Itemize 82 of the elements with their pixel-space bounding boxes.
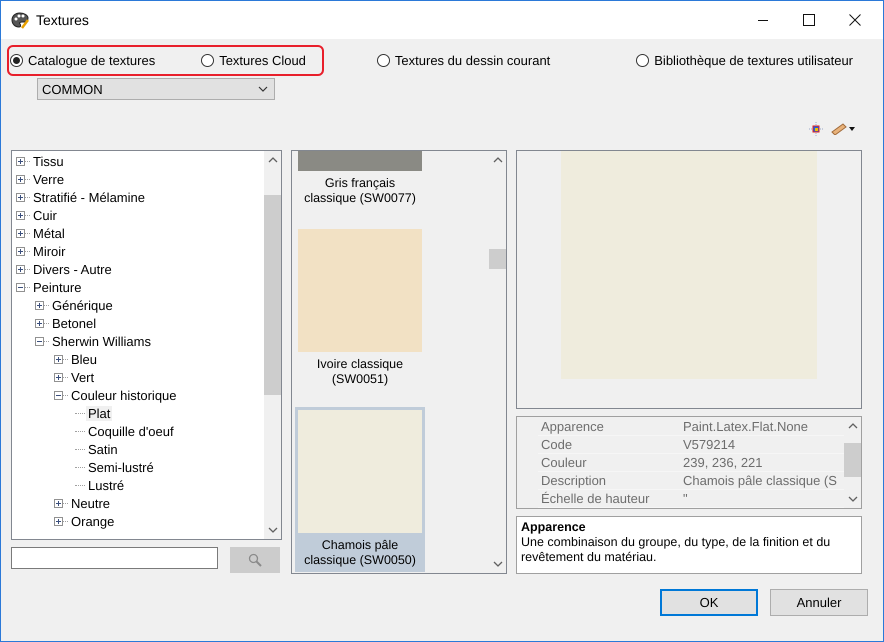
scroll-down-icon[interactable] [268, 527, 278, 533]
tree-item[interactable]: Vert [69, 370, 96, 384]
tree-item[interactable]: Neutre [69, 496, 112, 510]
tree-item[interactable]: Tissu [31, 154, 66, 168]
tree-item[interactable]: Orange [69, 514, 116, 528]
tree-item[interactable]: Lustré [86, 478, 126, 492]
source-radio[interactable]: Catalogue de textures [10, 52, 156, 68]
expand-icon[interactable] [35, 300, 44, 310]
tree-item[interactable]: Métal [31, 226, 67, 240]
expand-icon[interactable] [54, 516, 63, 526]
tree-item[interactable]: Coquille d'oeuf [86, 424, 176, 438]
tree-item[interactable]: Satin [86, 442, 120, 456]
scroll-down-icon[interactable] [848, 496, 858, 502]
property-name: Couleur [540, 454, 588, 471]
help-text: Une combinaison du groupe, du type, de la finition et du revêtement du matériau. [521, 535, 832, 566]
property-value: " [682, 490, 688, 507]
tree-item[interactable]: Betonel [50, 316, 98, 330]
close-icon[interactable] [849, 14, 861, 26]
tree-item[interactable]: Divers - Autre [31, 262, 114, 276]
expand-icon[interactable] [16, 264, 25, 274]
expand-icon[interactable] [16, 192, 25, 202]
help-title: Apparence [521, 520, 587, 536]
swatch-item[interactable]: Gris français classique (SW0077) [295, 151, 425, 210]
property-value: V579214 [682, 436, 736, 453]
tree-item[interactable]: Générique [50, 298, 115, 312]
swatch-item[interactable]: Ivoire classique (SW0051) [295, 226, 425, 391]
caret-icon [849, 127, 855, 131]
dialog-button[interactable]: OK [660, 589, 758, 616]
maximize-icon[interactable] [803, 14, 815, 26]
tree-item[interactable]: Sherwin Williams [50, 334, 153, 348]
expand-icon[interactable] [35, 318, 44, 328]
window-title: Textures [36, 12, 89, 28]
expand-icon[interactable] [16, 174, 25, 184]
expand-icon[interactable] [16, 210, 25, 220]
catalog-dropdown[interactable]: COMMON [37, 78, 275, 100]
expand-icon[interactable] [16, 156, 25, 166]
source-radio[interactable]: Textures Cloud [201, 52, 306, 68]
collapse-icon[interactable] [54, 390, 63, 400]
scrollbar[interactable] [264, 151, 281, 539]
palette-icon [11, 11, 29, 29]
tree-item[interactable]: Miroir [31, 244, 68, 258]
chevron-down-icon [258, 86, 268, 92]
collapse-icon[interactable] [35, 336, 44, 346]
property-value: Paint.Latex.Flat.None [682, 418, 808, 435]
swatch-label: Ivoire classique (SW0051) [316, 356, 404, 388]
property-name: Description [540, 472, 608, 489]
tree-item[interactable]: Cuir [31, 208, 59, 222]
expand-icon[interactable] [16, 246, 25, 256]
tree-item[interactable]: Verre [31, 172, 66, 186]
property-name: Échelle de hauteur [540, 490, 650, 507]
tree-item[interactable]: Couleur historique [69, 388, 179, 402]
scroll-up-icon[interactable] [492, 157, 502, 163]
collapse-icon[interactable] [16, 282, 25, 292]
search-field[interactable] [11, 547, 218, 569]
swatch-label: Gris français classique (SW0077) [303, 175, 417, 207]
source-radio[interactable]: Bibliothèque de textures utilisateur [636, 52, 853, 68]
tree-item[interactable]: Plat [86, 406, 112, 420]
property-value: Chamois pâle classique (S [682, 472, 837, 489]
scroll-up-icon[interactable] [268, 157, 278, 163]
ruler-dropdown-button[interactable] [831, 123, 855, 135]
tree-item[interactable]: Bleu [69, 352, 100, 366]
expand-icon[interactable] [54, 354, 63, 364]
search-icon [248, 553, 262, 567]
scroll-up-icon[interactable] [848, 423, 858, 430]
scrollbar-thumb[interactable] [844, 443, 861, 478]
dialog-button[interactable]: Annuler [770, 589, 868, 616]
scrollbar-thumb[interactable] [489, 249, 506, 269]
property-name: Apparence [540, 418, 605, 435]
expand-icon[interactable] [16, 228, 25, 238]
tree-item[interactable]: Peinture [31, 280, 84, 294]
property-value: 239, 236, 221 [682, 454, 763, 471]
tree-item[interactable]: Semi-lustré [86, 460, 156, 474]
ruler-icon [831, 123, 847, 135]
swatch-label: Chamois pâle classique (SW0050) [295, 536, 425, 572]
tree-item[interactable]: Stratifié - Mélamine [31, 190, 147, 204]
texture-map-icon[interactable] [809, 122, 823, 136]
property-name: Code [540, 436, 574, 453]
scrollbar-thumb[interactable] [264, 195, 281, 395]
expand-icon[interactable] [54, 498, 63, 508]
scroll-down-icon[interactable] [492, 561, 502, 567]
expand-icon[interactable] [54, 372, 63, 382]
source-radio[interactable]: Textures du dessin courant [376, 52, 550, 68]
